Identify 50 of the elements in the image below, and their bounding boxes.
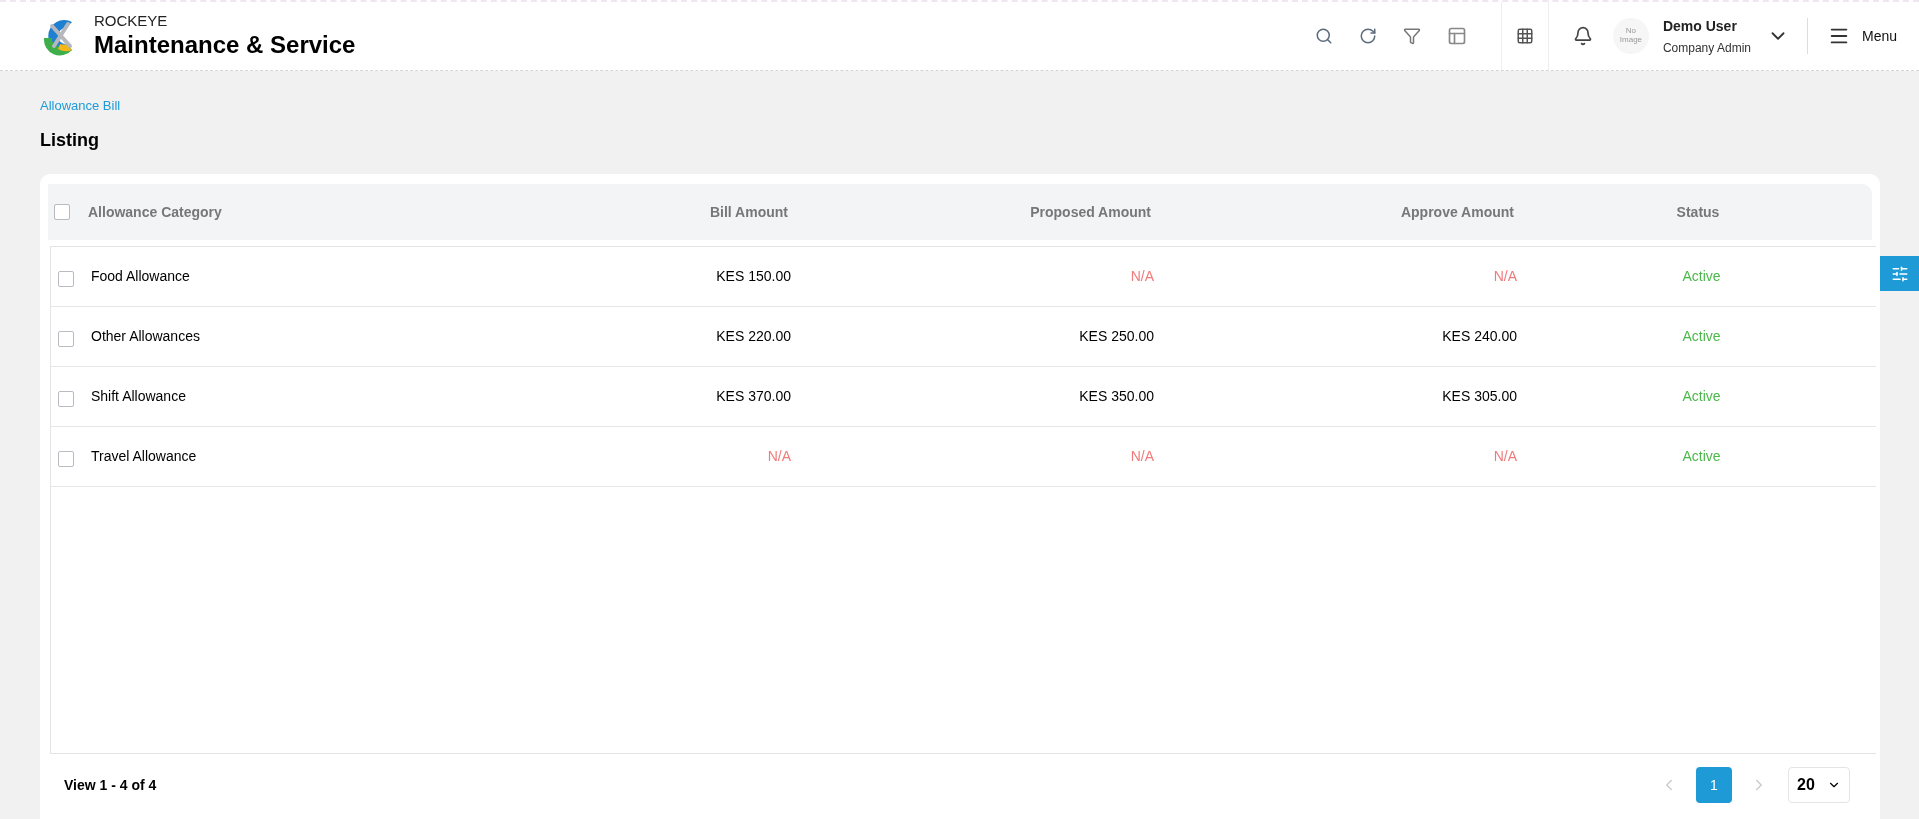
status-label: Active xyxy=(1681,387,1722,406)
column-header: Approve Amount xyxy=(1399,202,1515,222)
table-cell-text: N/A xyxy=(1129,447,1155,466)
apps-grid-icon[interactable] xyxy=(1515,27,1534,45)
status-label: Active xyxy=(1681,447,1722,466)
table-cell-text: KES 350.00 xyxy=(1078,387,1155,406)
table-cell-text: Shift Allowance xyxy=(91,387,187,406)
table-cell-text: KES 370.00 xyxy=(715,387,792,406)
table-cell-text: N/A xyxy=(1492,447,1518,466)
checkbox[interactable] xyxy=(58,390,74,407)
refresh-icon[interactable] xyxy=(1358,27,1377,45)
brand-name: ROCKEYE xyxy=(94,11,169,31)
avatar[interactable]: No Image xyxy=(1612,18,1649,54)
checkbox[interactable] xyxy=(54,204,70,220)
page-title: Listing xyxy=(40,129,100,152)
settings-tab-button[interactable] xyxy=(1880,256,1919,291)
table-cell-text: KES 240.00 xyxy=(1441,327,1518,346)
table-cell-text: KES 220.00 xyxy=(715,327,792,346)
filter-icon[interactable] xyxy=(1402,27,1421,45)
status-label: Active xyxy=(1681,267,1722,286)
avatar-text: No Image xyxy=(1618,27,1644,45)
column-header: Allowance Category xyxy=(88,202,223,222)
user-role: Company Admin xyxy=(1662,39,1751,57)
table-cell-text: Other Allowances xyxy=(91,327,201,346)
sliders-icon xyxy=(1890,264,1909,283)
page-button[interactable]: 1 xyxy=(1696,767,1732,803)
table-cell-text: Travel Allowance xyxy=(91,447,198,466)
app-title: Maintenance & Service xyxy=(94,30,356,61)
table-cell-text: N/A xyxy=(1492,267,1518,286)
status-label: Active xyxy=(1681,327,1722,346)
notification-icon[interactable] xyxy=(1572,26,1593,46)
user-name: Demo User xyxy=(1662,16,1738,36)
menu-button[interactable]: Menu xyxy=(1807,25,1919,47)
column-header: Bill Amount xyxy=(708,202,789,222)
checkbox[interactable] xyxy=(58,330,74,347)
search-icon[interactable] xyxy=(1314,27,1333,45)
page-size-select[interactable]: 20 xyxy=(1788,767,1850,803)
table-cell-text: N/A xyxy=(766,447,792,466)
record-count: View 1 - 4 of 4 xyxy=(64,775,157,795)
column-header: Status xyxy=(1675,202,1721,222)
checkbox[interactable] xyxy=(58,270,74,287)
table-cell-text: Food Allowance xyxy=(91,267,191,286)
table-cell-text: KES 250.00 xyxy=(1078,327,1155,346)
table-cell-text: KES 305.00 xyxy=(1441,387,1518,406)
table-cell-text: KES 150.00 xyxy=(715,267,792,286)
column-header: Proposed Amount xyxy=(1029,202,1152,222)
breadcrumb-link[interactable]: Allowance Bill xyxy=(40,98,121,113)
layout-icon[interactable] xyxy=(1446,26,1467,46)
checkbox[interactable] xyxy=(58,450,74,467)
table-cell-text: N/A xyxy=(1129,267,1155,286)
